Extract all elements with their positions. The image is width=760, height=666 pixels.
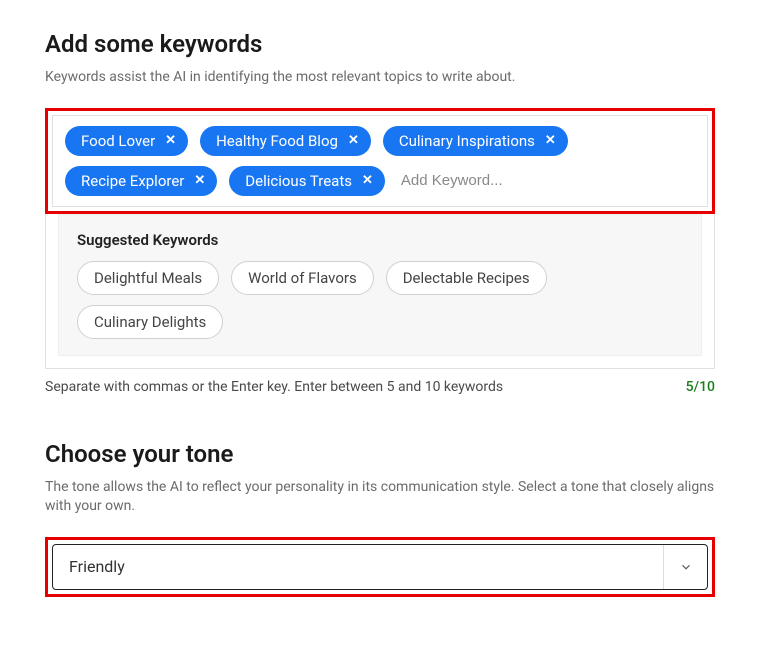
- keywords-description: Keywords assist the AI in identifying th…: [45, 68, 715, 88]
- keyword-tag-label: Food Lover: [81, 132, 155, 150]
- close-icon[interactable]: ✕: [194, 174, 205, 187]
- keyword-tags-container[interactable]: Food Lover ✕ Healthy Food Blog ✕ Culinar…: [53, 116, 707, 206]
- keywords-section: Add some keywords Keywords assist the AI…: [45, 30, 715, 395]
- keyword-tag-label: Culinary Inspirations: [399, 132, 535, 150]
- keyword-tag[interactable]: Recipe Explorer ✕: [65, 166, 217, 196]
- keywords-helper-text: Separate with commas or the Enter key. E…: [45, 379, 503, 395]
- keywords-counter: 5/10: [686, 379, 715, 395]
- keyword-tag[interactable]: Culinary Inspirations ✕: [383, 126, 568, 156]
- keywords-highlight-box: Food Lover ✕ Healthy Food Blog ✕ Culinar…: [45, 108, 715, 214]
- keyword-tag[interactable]: Delicious Treats ✕: [229, 166, 385, 196]
- tone-highlight-box: Friendly: [45, 537, 715, 597]
- keywords-area: Food Lover ✕ Healthy Food Blog ✕ Culinar…: [52, 115, 708, 207]
- chevron-down-icon[interactable]: [663, 545, 707, 589]
- tone-description: The tone allows the AI to reflect your p…: [45, 478, 715, 517]
- keyword-tag-label: Healthy Food Blog: [216, 132, 338, 150]
- tone-select[interactable]: Friendly: [52, 544, 708, 590]
- suggested-keywords-title: Suggested Keywords: [77, 231, 683, 249]
- tone-section: Choose your tone The tone allows the AI …: [45, 440, 715, 597]
- suggested-tags-container: Delightful Meals World of Flavors Delect…: [77, 261, 683, 339]
- keyword-tag[interactable]: Healthy Food Blog ✕: [200, 126, 371, 156]
- close-icon[interactable]: ✕: [545, 134, 556, 147]
- suggested-keyword[interactable]: Culinary Delights: [77, 305, 223, 339]
- keyword-tag[interactable]: Food Lover ✕: [65, 126, 188, 156]
- keyword-tag-label: Recipe Explorer: [81, 172, 184, 190]
- keyword-tag-label: Delicious Treats: [245, 172, 352, 190]
- suggested-keyword[interactable]: Delectable Recipes: [386, 261, 547, 295]
- tone-select-value: Friendly: [53, 557, 141, 576]
- suggested-keyword[interactable]: Delightful Meals: [77, 261, 219, 295]
- suggested-keywords-wrapper: Suggested Keywords Delightful Meals Worl…: [45, 214, 715, 369]
- close-icon[interactable]: ✕: [165, 134, 176, 147]
- suggested-panel: Suggested Keywords Delightful Meals Worl…: [58, 214, 702, 356]
- close-icon[interactable]: ✕: [362, 174, 373, 187]
- close-icon[interactable]: ✕: [348, 134, 359, 147]
- suggested-keyword[interactable]: World of Flavors: [231, 261, 374, 295]
- tone-heading: Choose your tone: [45, 440, 715, 468]
- keywords-heading: Add some keywords: [45, 30, 715, 58]
- keywords-helper-row: Separate with commas or the Enter key. E…: [45, 379, 715, 395]
- keyword-input[interactable]: [397, 166, 604, 195]
